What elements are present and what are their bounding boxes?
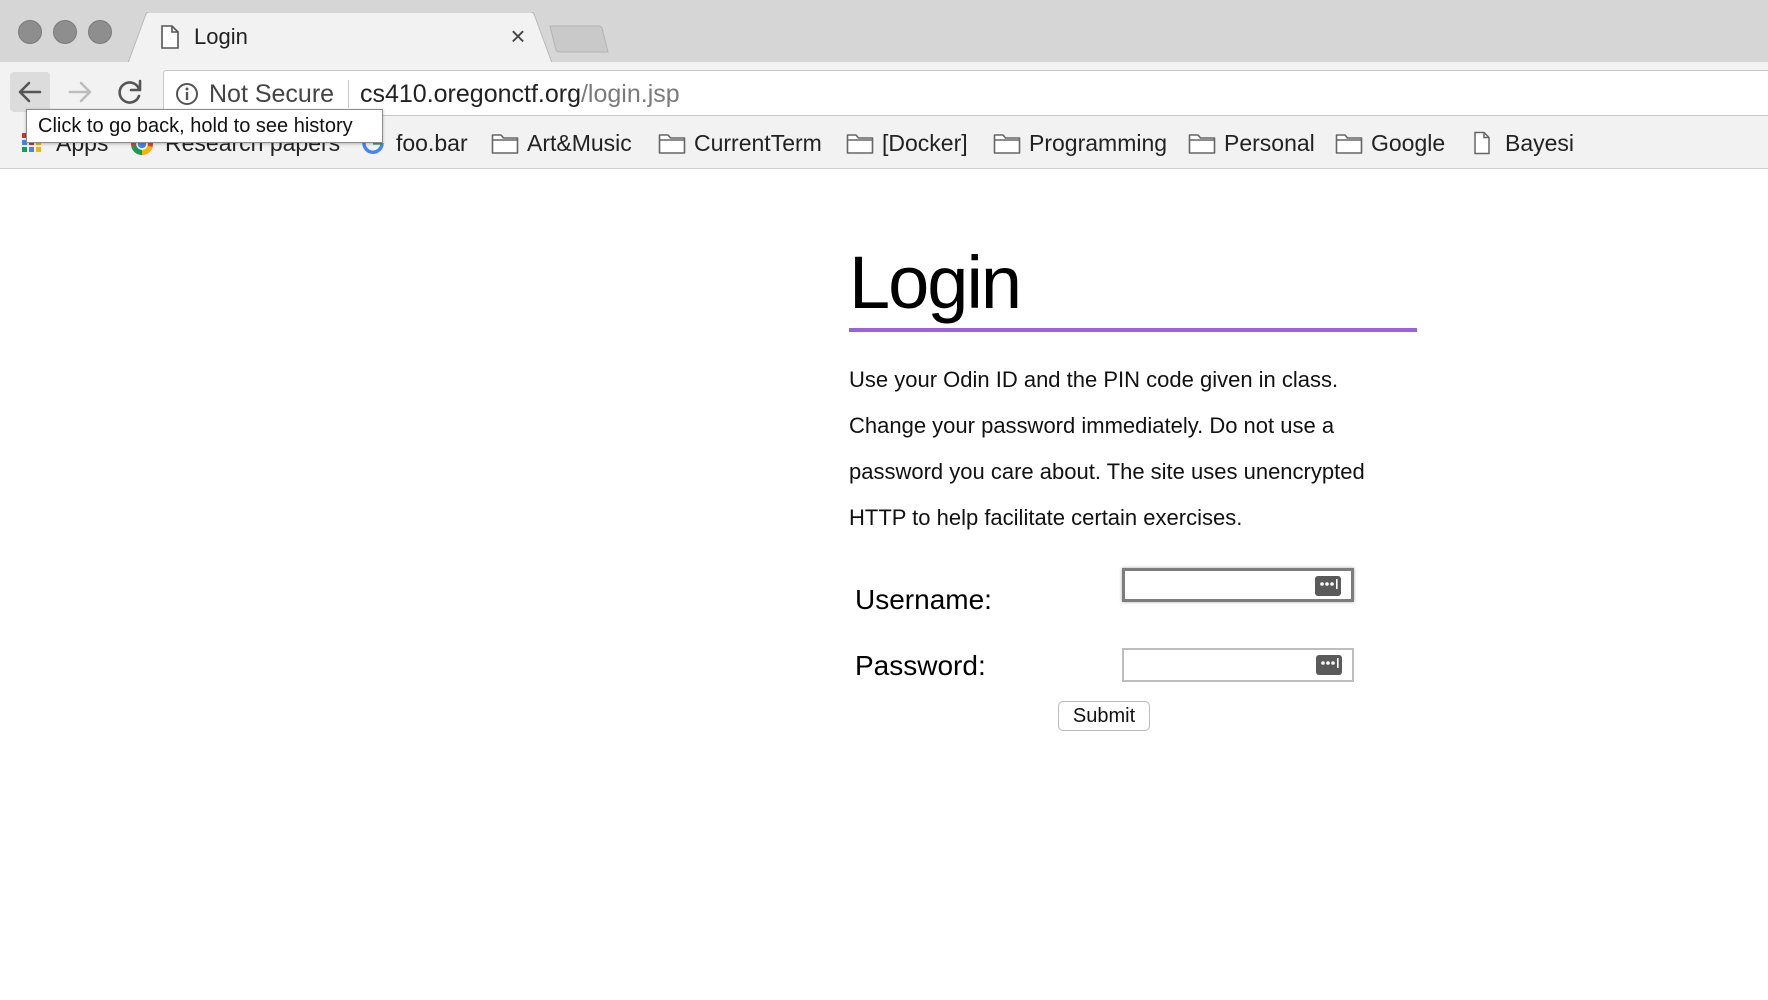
folder-icon xyxy=(658,131,686,155)
back-button[interactable] xyxy=(10,72,50,112)
bookmark-label: Art&Music xyxy=(527,130,632,156)
bookmark-label: Google xyxy=(1371,130,1446,156)
password-field[interactable] xyxy=(1122,648,1354,682)
address-divider xyxy=(348,80,349,108)
arrow-right-icon xyxy=(68,81,92,103)
instruction-line: Change your password immediately. Do not… xyxy=(849,413,1335,438)
instruction-line: HTTP to help facilitate certain exercise… xyxy=(849,505,1243,530)
autofill-key-icon[interactable] xyxy=(1316,655,1342,675)
url-text[interactable]: cs410.oregonctf.org/login.jsp xyxy=(360,80,680,109)
minimize-window-button[interactable] xyxy=(53,20,77,44)
close-window-button[interactable] xyxy=(18,20,42,44)
close-tab-icon[interactable]: × xyxy=(506,23,530,49)
address-bar[interactable]: Not Secure cs410.oregonctf.org/login.jsp xyxy=(163,70,1768,116)
page-title: Login xyxy=(849,241,1022,324)
bookmark-label: Programming xyxy=(1029,130,1168,156)
reload-icon xyxy=(118,79,142,104)
tooltip-text: Click to go back, hold to see history xyxy=(38,115,353,137)
zoom-window-button[interactable] xyxy=(88,20,112,44)
title-underline xyxy=(849,328,1417,332)
document-icon xyxy=(160,25,180,49)
folder-icon xyxy=(491,131,519,155)
bookmark-label: [Docker] xyxy=(882,130,968,156)
tab-login[interactable]: Login × xyxy=(128,12,558,63)
security-status[interactable]: Not Secure xyxy=(209,80,334,109)
title-bar: Login × xyxy=(0,0,1768,63)
autofill-key-icon[interactable] xyxy=(1315,576,1341,596)
folder-icon xyxy=(1335,131,1363,155)
url-host: cs410.oregonctf.org xyxy=(360,80,581,108)
folder-icon xyxy=(846,131,874,155)
reload-button[interactable] xyxy=(110,72,150,112)
bookmark-label: Personal xyxy=(1224,130,1315,156)
submit-button[interactable]: Submit xyxy=(1058,701,1150,731)
arrow-left-icon xyxy=(18,81,42,103)
username-label: Username: xyxy=(855,584,992,615)
tab-title: Login xyxy=(194,24,248,49)
forward-button[interactable] xyxy=(60,72,100,112)
folder-icon xyxy=(993,131,1021,155)
bookmark-label: foo.bar xyxy=(396,130,468,156)
instruction-line: Use your Odin ID and the PIN code given … xyxy=(849,367,1339,392)
instruction-line: password you care about. The site uses u… xyxy=(849,459,1365,484)
document-icon xyxy=(1469,131,1497,155)
login-instructions: Use your Odin ID and the PIN code given … xyxy=(849,357,1429,541)
password-label: Password: xyxy=(855,650,986,681)
username-field[interactable] xyxy=(1122,568,1354,602)
bookmark-label: CurrentTerm xyxy=(694,130,822,156)
info-icon[interactable] xyxy=(175,82,199,106)
folder-icon xyxy=(1188,131,1216,155)
bookmark-label: Bayesi xyxy=(1505,130,1575,156)
back-button-tooltip: Click to go back, hold to see history xyxy=(26,109,383,143)
new-tab-button[interactable] xyxy=(548,24,610,54)
url-path: /login.jsp xyxy=(580,80,680,108)
